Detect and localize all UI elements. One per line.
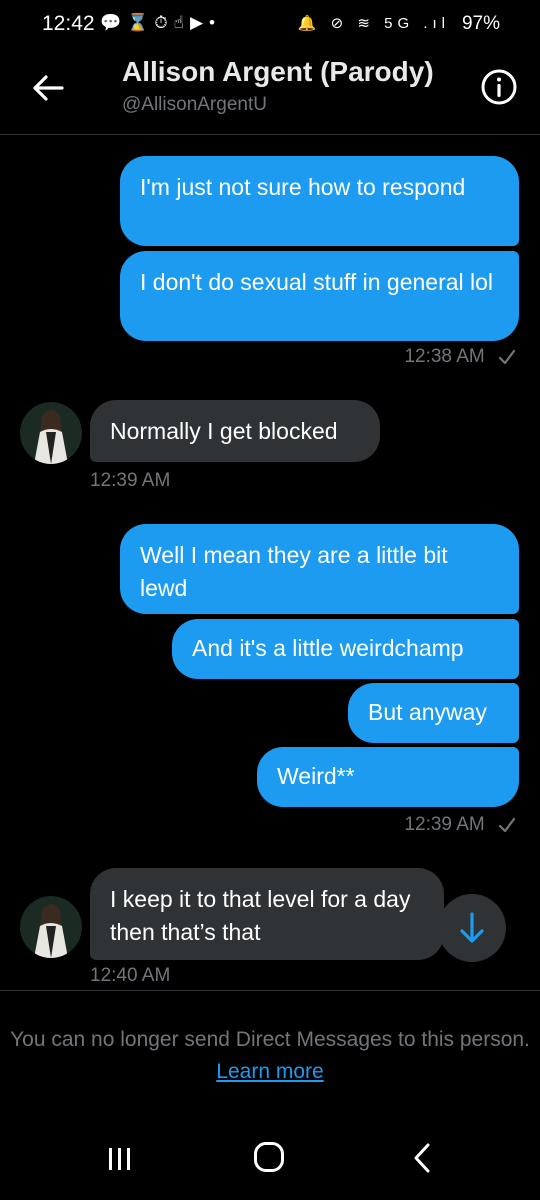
outgoing-message[interactable]: Well I mean they are a little bit lewd	[120, 524, 519, 614]
outgoing-message[interactable]: And it's a little weirdchamp	[172, 619, 519, 679]
profile-photo	[20, 402, 82, 464]
recents-icon	[109, 1148, 130, 1170]
message-text: I keep it to that level for a day then t…	[110, 886, 411, 945]
conversation-header: Allison Argent (Parody) @AllisonArgentU	[0, 48, 540, 135]
message-text: And it's a little weirdchamp	[192, 635, 464, 661]
message-text: Normally I get blocked	[110, 418, 338, 444]
system-back-button[interactable]	[410, 1142, 434, 1179]
footer-divider	[0, 990, 540, 991]
info-icon	[481, 69, 517, 105]
arrow-down-icon	[460, 912, 484, 943]
outgoing-message[interactable]: But anyway	[348, 683, 519, 743]
battery-level: 97%	[461, 13, 500, 34]
dm-restricted-notice: You can no longer send Direct Messages t…	[0, 1024, 540, 1088]
scroll-to-bottom-button[interactable]	[438, 894, 506, 962]
message-timestamp: 12:38 AM	[404, 346, 516, 368]
message-text: I don't do sexual stuff in general lol	[140, 269, 494, 295]
message-timestamp: 12:39 AM	[90, 470, 171, 491]
connectivity-icons: 🔔 ⊘ ≋ 5G .ıl	[297, 15, 450, 32]
recents-button[interactable]	[106, 1144, 134, 1179]
sent-check-icon	[498, 349, 516, 365]
message-text: Well I mean they are a little bit lewd	[140, 542, 448, 601]
incoming-message[interactable]: I keep it to that level for a day then t…	[90, 868, 444, 960]
status-bar: 12:42 💬⌛⏱☝▶• 🔔 ⊘ ≋ 5G .ıl 97%	[0, 0, 540, 48]
incoming-message[interactable]: Normally I get blocked	[90, 400, 380, 462]
outgoing-message[interactable]: Weird**	[257, 747, 519, 807]
timestamp-text: 12:38 AM	[404, 346, 485, 367]
notification-icons: 💬⌛⏱☝▶•	[100, 13, 221, 32]
timestamp-text: 12:39 AM	[404, 814, 485, 835]
contact-name[interactable]: Allison Argent (Parody)	[122, 56, 434, 88]
outgoing-message[interactable]: I don't do sexual stuff in general lol	[120, 251, 519, 341]
info-button[interactable]	[480, 68, 518, 106]
system-navigation-bar	[0, 1120, 540, 1200]
message-timestamp: 12:39 AM	[404, 814, 516, 836]
status-time: 12:42	[42, 12, 95, 35]
message-text: But anyway	[368, 699, 487, 725]
contact-handle[interactable]: @AllisonArgentU	[122, 94, 267, 116]
chevron-left-icon	[414, 1143, 430, 1173]
notice-text: You can no longer send Direct Messages t…	[10, 1028, 530, 1051]
home-button[interactable]	[254, 1142, 284, 1172]
avatar[interactable]	[20, 402, 82, 464]
arrow-left-icon	[33, 75, 64, 101]
learn-more-link[interactable]: Learn more	[216, 1060, 323, 1083]
avatar[interactable]	[20, 896, 82, 958]
message-timestamp: 12:40 AM	[90, 965, 171, 986]
message-text: Weird**	[277, 763, 355, 789]
back-button[interactable]	[30, 70, 66, 106]
message-text: I'm just not sure how to respond	[140, 174, 466, 200]
sent-check-icon	[498, 817, 516, 833]
profile-photo	[20, 896, 82, 958]
outgoing-message[interactable]: I'm just not sure how to respond	[120, 156, 519, 246]
